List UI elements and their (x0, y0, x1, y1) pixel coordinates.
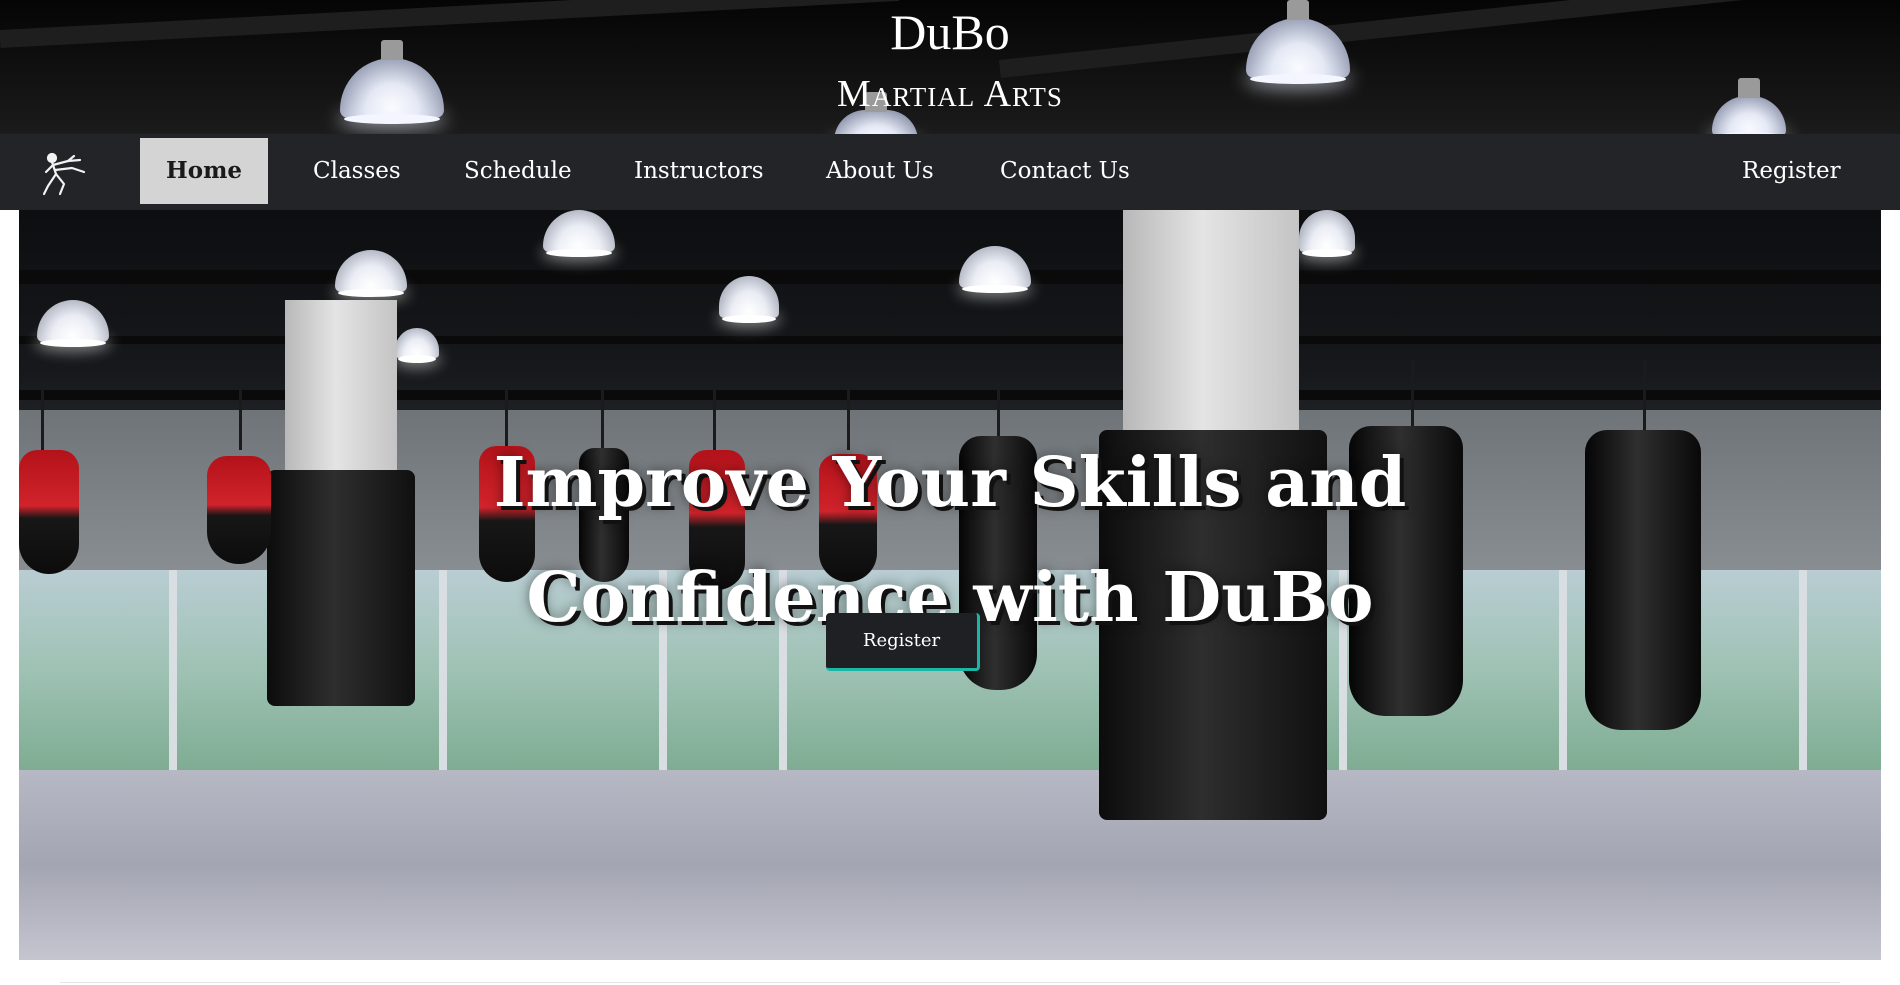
hero-floor (19, 770, 1881, 960)
hero-register-button[interactable]: Register (826, 613, 980, 671)
hero-title-line-1: Improve Your Skills and (493, 442, 1407, 523)
nav-contact-us[interactable]: Contact Us (974, 138, 1156, 204)
nav-about-us[interactable]: About Us (800, 138, 960, 204)
martial-artist-kick-icon[interactable] (38, 150, 90, 196)
site-header: DuBo Martial Arts (0, 0, 1900, 134)
page-bottom-divider (60, 982, 1840, 983)
brand-subtitle: Martial Arts (837, 73, 1063, 115)
nav-instructors[interactable]: Instructors (608, 138, 790, 204)
brand-name[interactable]: DuBo (0, 0, 1900, 60)
ceiling-beam (19, 270, 1881, 284)
nav-home[interactable]: Home (140, 138, 269, 204)
hero-banner: Improve Your Skills and Confidence with … (19, 210, 1881, 960)
nav-schedule[interactable]: Schedule (438, 138, 598, 204)
main-navbar: Home Classes Schedule Instructors About … (0, 134, 1900, 210)
nav-register[interactable]: Register (1716, 138, 1867, 204)
pillar (1123, 210, 1299, 440)
brand: DuBo Martial Arts (0, 0, 1900, 114)
nav-classes[interactable]: Classes (287, 138, 427, 204)
martial-artist-kick-icon-graphic (42, 152, 86, 196)
